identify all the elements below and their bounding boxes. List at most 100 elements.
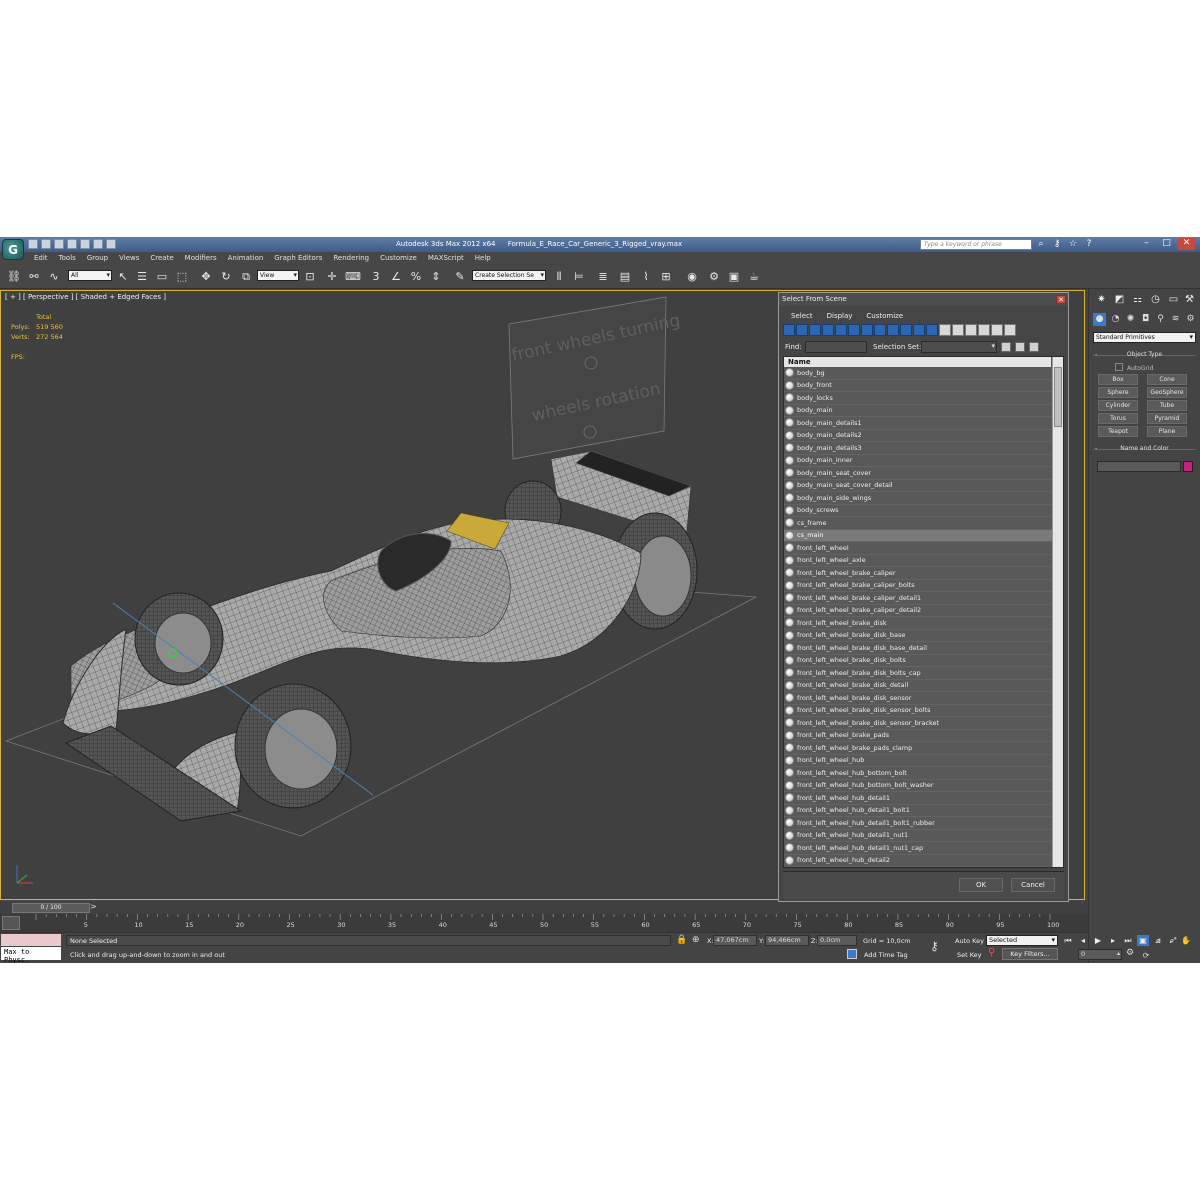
undo-icon[interactable]: [67, 239, 77, 249]
autogrid-checkbox[interactable]: AutoGrid: [1115, 363, 1154, 372]
list-item[interactable]: front_left_wheel_brake_disk_sensor_brack…: [784, 717, 1052, 730]
dialog-title[interactable]: Select From Scene: [779, 293, 1068, 306]
list-item[interactable]: cs_frame: [784, 517, 1052, 530]
selection-filter-dropdown[interactable]: All: [68, 270, 112, 281]
graphite-ribbon-icon[interactable]: ▤: [617, 269, 633, 285]
list-item[interactable]: front_left_wheel_brake_caliper: [784, 567, 1052, 580]
ok-button[interactable]: OK: [959, 878, 1003, 892]
geometry-icon[interactable]: ●: [1093, 313, 1106, 326]
list-item[interactable]: front_left_wheel_brake_disk_base: [784, 630, 1052, 642]
find-input[interactable]: [805, 341, 867, 353]
unlink-icon[interactable]: ⚯: [26, 269, 42, 285]
rectangular-selection-icon[interactable]: ▭: [154, 269, 170, 285]
list-item[interactable]: front_left_wheel_hub_bottom_bolt_washer: [784, 780, 1052, 792]
select-object-icon[interactable]: ↖: [115, 269, 131, 285]
z-coordinate-field[interactable]: 0,0cm: [817, 935, 857, 946]
list-item[interactable]: body_front: [784, 380, 1052, 392]
named-selection-dropdown[interactable]: Create Selection Se: [472, 270, 546, 281]
save-file-icon[interactable]: [54, 239, 64, 249]
material-editor-icon[interactable]: ◉: [684, 269, 700, 285]
list-item[interactable]: front_left_wheel_brake_caliper_detail2: [784, 605, 1052, 617]
time-tag-icon[interactable]: [847, 949, 857, 959]
select-by-name-icon[interactable]: ☰: [134, 269, 150, 285]
star-icon[interactable]: ☆: [1068, 239, 1078, 249]
menu-help[interactable]: Help: [475, 252, 491, 264]
set-key-button[interactable]: Set Key: [957, 951, 982, 959]
select-manipulate-icon[interactable]: ✛: [324, 269, 340, 285]
object-color-swatch[interactable]: [1183, 461, 1193, 472]
list-item[interactable]: body_main_seat_cover_detail: [784, 480, 1052, 492]
key-filters-button[interactable]: Key Filters...: [1002, 948, 1058, 960]
display-hidden-icon[interactable]: [926, 324, 938, 336]
list-item[interactable]: body_main_seat_cover: [784, 467, 1052, 480]
selection-set-dropdown[interactable]: [921, 341, 997, 353]
menu-maxscript[interactable]: MAXScript: [428, 252, 464, 264]
maxscript-output[interactable]: Max to Physc.: [1, 947, 61, 963]
teapot-button[interactable]: Teapot: [1098, 426, 1138, 437]
menu-create[interactable]: Create: [150, 252, 173, 264]
selection-lock-icon[interactable]: 🔒: [676, 935, 687, 945]
orbit-icon[interactable]: ⟳: [1140, 950, 1152, 961]
pan-icon[interactable]: ✋: [1180, 935, 1192, 946]
schematic-view-icon[interactable]: ⊞: [658, 269, 674, 285]
hierarchy-tab-icon[interactable]: ⚏: [1131, 293, 1144, 306]
cameras-icon[interactable]: ◘: [1139, 313, 1152, 326]
application-button[interactable]: G: [2, 239, 24, 260]
close-button[interactable]: ✕: [1178, 238, 1195, 250]
select-none-icon[interactable]: [1015, 342, 1025, 352]
open-file-icon[interactable]: [41, 239, 51, 249]
minimize-button[interactable]: –: [1138, 238, 1155, 250]
angle-snap-icon[interactable]: ∠: [388, 269, 404, 285]
list-item[interactable]: body_main: [784, 405, 1052, 417]
display-groups-icon[interactable]: [861, 324, 873, 336]
time-slider[interactable]: 0 / 100 >: [0, 902, 1088, 914]
key-icon[interactable]: ⚷: [1052, 239, 1062, 249]
list-item[interactable]: front_left_wheel_hub_detail1_nut1_cap: [784, 842, 1052, 855]
move-icon[interactable]: ✥: [198, 269, 214, 285]
hierarchy-icon[interactable]: [1004, 324, 1016, 336]
dialog-menu-display[interactable]: Display: [827, 310, 853, 322]
list-item[interactable]: front_left_wheel_brake_caliper_detail1: [784, 592, 1052, 605]
previous-frame-icon[interactable]: ◂: [1077, 935, 1089, 946]
display-geometry-icon[interactable]: [783, 324, 795, 336]
cylinder-button[interactable]: Cylinder: [1098, 400, 1138, 411]
time-slider-thumb[interactable]: 0 / 100: [12, 903, 90, 913]
menu-graph-editors[interactable]: Graph Editors: [274, 252, 322, 264]
object-name-input[interactable]: [1097, 461, 1181, 472]
spacewarps-icon[interactable]: ≋: [1169, 313, 1182, 326]
key-mode-dropdown[interactable]: Selected: [986, 935, 1058, 946]
list-item[interactable]: body_main_details3: [784, 442, 1052, 455]
dialog-menu-select[interactable]: Select: [791, 310, 813, 322]
helpers-icon[interactable]: ⚲: [1154, 313, 1167, 326]
redo-icon[interactable]: [80, 239, 90, 249]
time-configuration-icon[interactable]: ⚙: [1126, 948, 1134, 958]
list-item[interactable]: cs_main: [784, 529, 1052, 542]
y-coordinate-field[interactable]: 94,466cm: [765, 935, 809, 946]
set-keys-icon[interactable]: ⚲: [988, 947, 995, 958]
display-none-icon[interactable]: [952, 324, 964, 336]
mirror-icon[interactable]: ⫴: [551, 269, 567, 285]
render-production-icon[interactable]: ☕: [746, 269, 762, 285]
percent-snap-icon[interactable]: %: [408, 269, 424, 285]
menu-edit[interactable]: Edit: [34, 252, 48, 264]
zoom-icon[interactable]: ⌕: [1152, 935, 1164, 946]
motion-tab-icon[interactable]: ◷: [1149, 293, 1162, 306]
tube-button[interactable]: Tube: [1147, 400, 1187, 411]
display-bones-icon[interactable]: [887, 324, 899, 336]
list-item[interactable]: front_left_wheel_hub: [784, 755, 1052, 767]
key-mode-icon[interactable]: ⚷: [930, 939, 939, 953]
auto-key-button[interactable]: Auto Key: [955, 937, 984, 945]
filter-icon[interactable]: [991, 324, 1003, 336]
box-button[interactable]: Box: [1098, 374, 1138, 385]
curve-editor-icon[interactable]: ⌇: [638, 269, 654, 285]
display-tab-icon[interactable]: ▭: [1167, 293, 1180, 306]
modify-tab-icon[interactable]: ◩: [1113, 293, 1126, 306]
hold-icon[interactable]: [93, 239, 103, 249]
menu-modifiers[interactable]: Modifiers: [185, 252, 217, 264]
geosphere-button[interactable]: GeoSphere: [1147, 387, 1187, 398]
scrollbar-thumb[interactable]: [1054, 367, 1062, 427]
maxscript-listener-input[interactable]: [1, 934, 61, 946]
list-item[interactable]: body_screws: [784, 505, 1052, 517]
menu-views[interactable]: Views: [119, 252, 139, 264]
plane-button[interactable]: Plane: [1147, 426, 1187, 437]
